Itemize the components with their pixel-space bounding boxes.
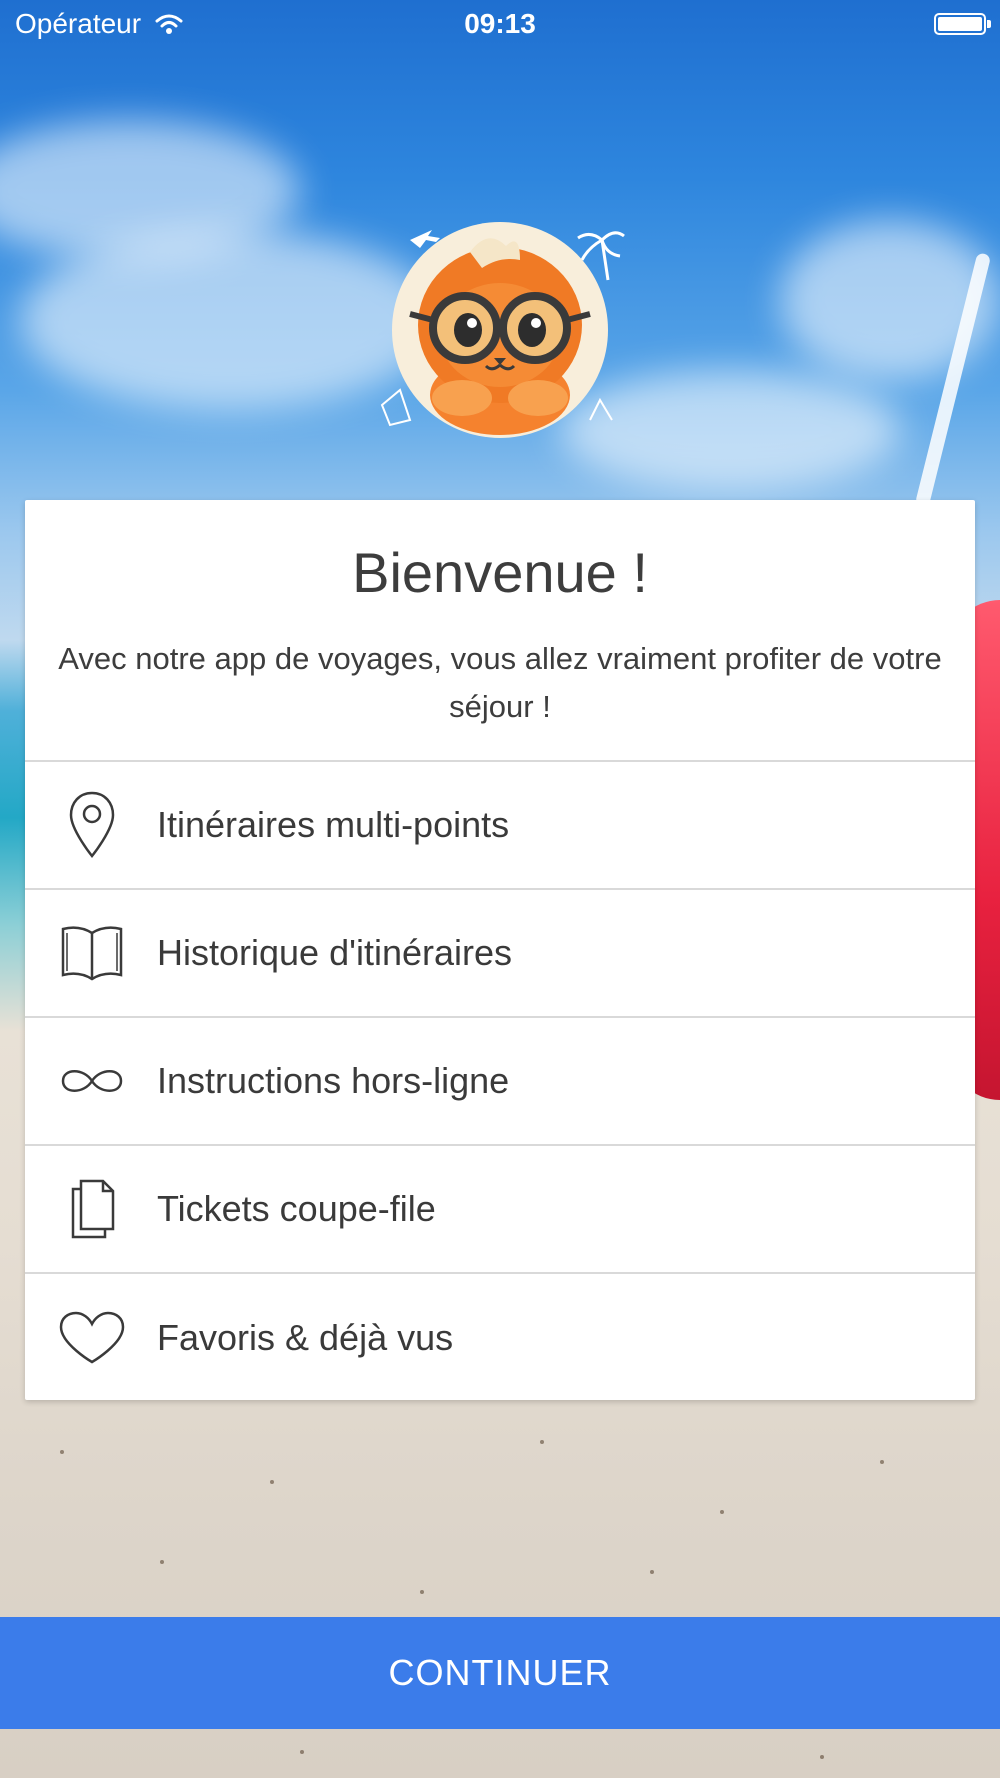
lion-mascot-icon [380, 222, 625, 438]
heart-icon [27, 1310, 157, 1366]
sand-speck [720, 1510, 724, 1514]
battery-tip [987, 20, 991, 28]
feature-row-favorites: Favoris & déjà vus [25, 1274, 975, 1402]
welcome-subtitle: Avec notre app de voyages, vous allez vr… [58, 641, 942, 724]
welcome-screen: Opérateur 09:13 Bienvenue ! Avec notre a… [0, 0, 1000, 1778]
status-bar: Opérateur 09:13 [0, 0, 1000, 50]
sand-speck [820, 1755, 824, 1759]
continue-button[interactable]: CONTINUER [0, 1617, 1000, 1729]
sand-speck [880, 1460, 884, 1464]
welcome-card: Bienvenue ! Avec notre app de voyages, v… [25, 500, 975, 1400]
feature-label: Historique d'itinéraires [157, 932, 513, 973]
status-time: 09:13 [464, 8, 536, 39]
feature-label: Tickets coupe-file [157, 1188, 436, 1229]
mascot-logo [370, 220, 630, 450]
sand-speck [160, 1560, 164, 1564]
feature-row-tickets: Tickets coupe-file [25, 1146, 975, 1274]
battery-level [938, 17, 982, 31]
book-icon [27, 923, 157, 983]
sand-speck [270, 1480, 274, 1484]
feature-row-offline: Instructions hors-ligne [25, 1018, 975, 1146]
feature-row-multi-points: Itinéraires multi-points [25, 762, 975, 890]
documents-icon [27, 1177, 157, 1241]
feature-label: Instructions hors-ligne [157, 1060, 510, 1101]
sand-speck [300, 1750, 304, 1754]
feature-label: Itinéraires multi-points [157, 804, 510, 845]
card-header: Bienvenue ! Avec notre app de voyages, v… [25, 500, 975, 762]
sand-speck [540, 1440, 544, 1444]
feature-row-history: Historique d'itinéraires [25, 890, 975, 1018]
infinity-icon [27, 1064, 157, 1098]
sand-speck [650, 1570, 654, 1574]
map-pin-icon [27, 790, 157, 860]
feature-label: Favoris & déjà vus [157, 1317, 454, 1358]
welcome-title: Bienvenue ! [352, 541, 648, 604]
sand-speck [420, 1590, 424, 1594]
battery-icon [934, 13, 991, 35]
sand-speck [60, 1450, 64, 1454]
